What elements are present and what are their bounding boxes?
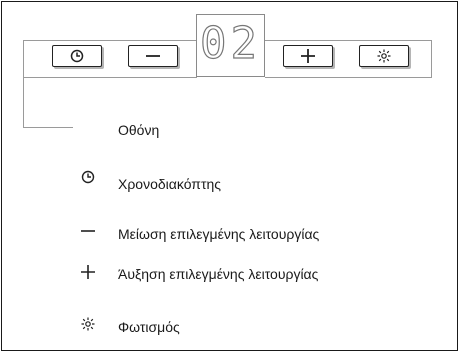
legend-label-decrease: Μείωση επιλεγμένης λειτουργίας <box>118 226 320 242</box>
panel-top-line <box>23 40 197 41</box>
display: 02 <box>196 14 265 77</box>
panel-bottom-line-left <box>23 77 197 78</box>
legend-label-increase: Άυξηση επιλεγμένης λειτουργίας <box>118 266 319 282</box>
plus-icon <box>301 49 315 63</box>
plus-button[interactable] <box>283 45 333 67</box>
display-pointer-vertical <box>23 40 24 128</box>
legend-minus-icon <box>79 222 97 240</box>
panel-top-line-right <box>265 40 432 41</box>
clock-icon <box>70 49 84 63</box>
sun-icon <box>377 49 391 63</box>
minus-icon <box>146 55 160 57</box>
legend-label-timer: Χρονοδιακόπτης <box>118 176 222 192</box>
display-value: 02 <box>199 17 261 69</box>
legend-plus-icon <box>79 263 97 281</box>
panel-right-line <box>431 40 432 77</box>
legend-sun-icon <box>79 315 97 333</box>
light-button[interactable] <box>359 45 409 67</box>
panel-bottom-line <box>265 77 432 78</box>
legend-label-lighting: Φωτισμός <box>118 319 180 335</box>
display-pointer-horizontal <box>23 127 73 128</box>
legend-clock-icon <box>79 168 97 186</box>
display-label: Οθόνη <box>118 122 160 138</box>
minus-button[interactable] <box>128 45 178 67</box>
timer-button[interactable] <box>52 45 102 67</box>
